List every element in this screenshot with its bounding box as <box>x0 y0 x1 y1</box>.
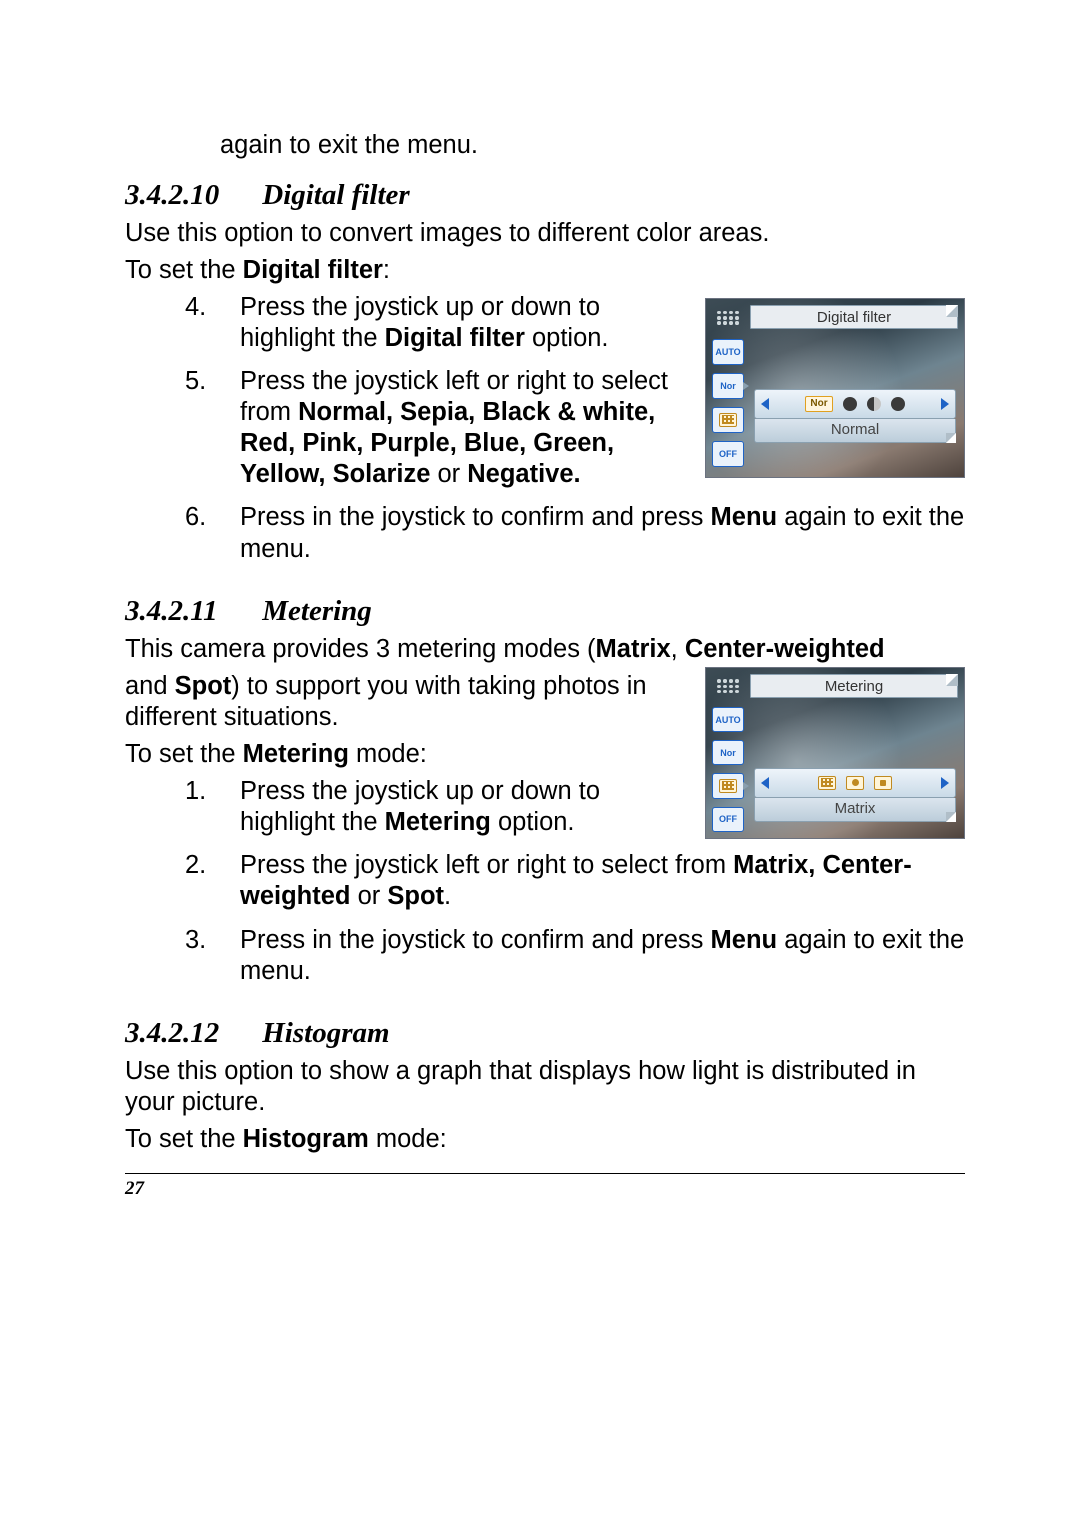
filter-dot-icon <box>843 397 857 411</box>
list-item: 3. Press in the joystick to confirm and … <box>185 925 965 987</box>
heading-digital-filter: 3.4.2.10 Digital filter <box>125 179 965 212</box>
lcd-option-bar: Nor <box>754 389 956 419</box>
heading-title: Digital filter <box>262 179 409 211</box>
arrow-left-icon <box>761 398 769 410</box>
heading-number: 3.4.2.12 <box>125 1017 255 1050</box>
lcd-sidebar: AUTO Nor OFF <box>712 674 746 832</box>
matrix-icon <box>818 776 836 790</box>
notch-icon <box>946 812 956 822</box>
lcd-caption: Normal <box>754 419 956 443</box>
arrow-right-icon <box>941 398 949 410</box>
sidebar-off: OFF <box>712 441 744 467</box>
sidebar-meter-icon <box>712 773 744 798</box>
fragment-text: again to exit the menu. <box>220 130 965 161</box>
digital-filter-screenshot: Digital filter AUTO Nor OFF Nor <box>705 298 965 478</box>
notch-icon <box>946 433 956 443</box>
list-item: 5. Press the joystick left or right to s… <box>185 366 687 490</box>
filter-options-icons: Nor <box>805 396 904 412</box>
sidebar-nor: Nor <box>712 740 744 765</box>
lcd-sidebar: AUTO Nor OFF <box>712 305 746 471</box>
arrow-left-icon <box>761 777 769 789</box>
intro-text: Use this option to show a graph that dis… <box>125 1056 965 1118</box>
toset-text: To set the Histogram mode: <box>125 1124 965 1155</box>
sidebar-grid-icon <box>712 674 744 699</box>
intro-text: Use this option to convert images to dif… <box>125 218 965 249</box>
heading-histogram: 3.4.2.12 Histogram <box>125 1017 965 1050</box>
metering-screenshot: Metering AUTO Nor OFF <box>705 667 965 839</box>
list-item: 1. Press the joystick up or down to high… <box>185 776 687 838</box>
sidebar-nor: Nor <box>712 373 744 399</box>
metering-options-icons <box>818 776 892 790</box>
lcd-title: Metering <box>750 674 958 698</box>
heading-metering: 3.4.2.11 Metering <box>125 595 965 628</box>
list-item: 2. Press the joystick left or right to s… <box>185 850 965 912</box>
sidebar-auto: AUTO <box>712 339 744 365</box>
sidebar-off: OFF <box>712 807 744 832</box>
footer-rule <box>125 1173 965 1174</box>
filter-halfdot-icon <box>867 397 881 411</box>
heading-number: 3.4.2.10 <box>125 179 255 212</box>
lcd-option-bar <box>754 768 956 798</box>
intro-text: This camera provides 3 metering modes (M… <box>125 634 965 665</box>
heading-title: Metering <box>262 595 372 627</box>
sidebar-auto: AUTO <box>712 707 744 732</box>
list-item: 6. Press in the joystick to confirm and … <box>185 502 965 564</box>
notch-icon <box>946 305 958 317</box>
toset-text: To set the Digital filter: <box>125 255 965 286</box>
heading-number: 3.4.2.11 <box>125 595 255 628</box>
arrow-right-icon <box>941 777 949 789</box>
nor-badge: Nor <box>805 396 832 412</box>
sidebar-grid-icon <box>712 305 744 331</box>
lcd-caption: Matrix <box>754 798 956 822</box>
list-item: 4. Press the joystick up or down to high… <box>185 292 687 354</box>
filter-dot-icon <box>891 397 905 411</box>
sidebar-meter-icon <box>712 407 744 433</box>
center-weighted-icon <box>846 776 864 790</box>
page-number: 27 <box>125 1178 965 1200</box>
notch-icon <box>946 674 958 686</box>
lcd-title: Digital filter <box>750 305 958 329</box>
spot-icon <box>874 776 892 790</box>
heading-title: Histogram <box>262 1017 389 1049</box>
